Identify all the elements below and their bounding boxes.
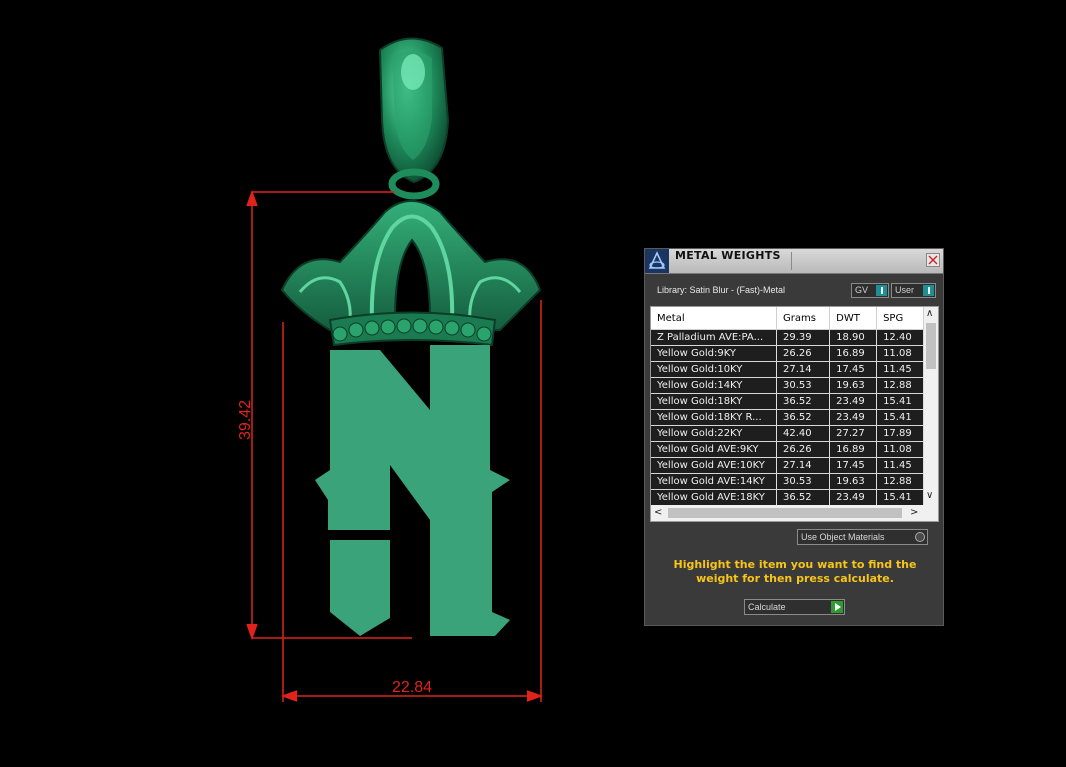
cell-grams: 42.40 (776, 425, 831, 442)
radio-off-icon (915, 532, 925, 542)
letter-n-model (315, 345, 510, 636)
height-dimension-label: 39.42 (237, 400, 254, 440)
cell-dwt: 18.90 (829, 329, 878, 346)
scroll-down-icon[interactable]: ∨ (926, 491, 933, 501)
table-row[interactable]: Z Palladium AVE:PA... 29.39 18.90 12.40 (651, 329, 924, 346)
calculate-button[interactable]: Calculate (744, 599, 845, 615)
cell-metal: Yellow Gold:22KY (651, 425, 777, 442)
user-toggle[interactable]: User (891, 283, 936, 298)
horizontal-scroll-thumb[interactable] (668, 508, 902, 518)
cell-grams: 29.39 (776, 329, 831, 346)
close-icon (928, 255, 938, 265)
column-header-dwt[interactable]: DWT (829, 307, 878, 330)
table-header-row: Metal Grams DWT SPG (651, 307, 924, 330)
cell-dwt: 23.49 (829, 409, 878, 426)
cell-metal: Yellow Gold AVE:10KY (651, 457, 777, 474)
table-row[interactable]: Yellow Gold AVE:14KY 30.53 19.63 12.88 (651, 473, 924, 490)
table-row[interactable]: Yellow Gold:9KY 26.26 16.89 11.08 (651, 345, 924, 362)
cell-metal: Yellow Gold:10KY (651, 361, 777, 378)
bail-model (378, 37, 450, 200)
cell-grams: 27.14 (776, 361, 831, 378)
cell-grams: 36.52 (776, 489, 831, 505)
cell-grams: 36.52 (776, 393, 831, 410)
cell-grams: 26.26 (776, 345, 831, 362)
cell-spg: 11.08 (876, 345, 924, 362)
cell-spg: 12.40 (876, 329, 924, 346)
cell-dwt: 17.45 (829, 457, 878, 474)
metal-table: Metal Grams DWT SPG Z Palladium AVE:PA..… (650, 306, 939, 522)
cell-grams: 30.53 (776, 473, 831, 490)
cell-metal: Yellow Gold:18KY (651, 393, 777, 410)
cell-spg: 12.88 (876, 473, 924, 490)
instruction-text: Highlight the item you want to find the … (673, 558, 917, 585)
cell-metal: Yellow Gold:9KY (651, 345, 777, 362)
scroll-left-icon[interactable]: < (654, 507, 662, 519)
vertical-scroll-thumb[interactable] (926, 323, 936, 369)
horizontal-scrollbar[interactable]: < > (651, 505, 938, 521)
toggle-on-icon (876, 285, 887, 296)
cell-spg: 15.41 (876, 489, 924, 505)
close-button[interactable] (926, 253, 940, 267)
column-header-grams[interactable]: Grams (776, 307, 831, 330)
cell-metal: Yellow Gold AVE:14KY (651, 473, 777, 490)
cell-metal: Yellow Gold AVE:9KY (651, 441, 777, 458)
table-row[interactable]: Yellow Gold:22KY 42.40 27.27 17.89 (651, 425, 924, 442)
scroll-right-icon[interactable]: > (910, 507, 918, 519)
cell-grams: 27.14 (776, 457, 831, 474)
cell-spg: 12.88 (876, 377, 924, 394)
table-row[interactable]: Yellow Gold AVE:10KY 27.14 17.45 11.45 (651, 457, 924, 474)
app-logo-icon (645, 249, 669, 273)
metal-table-body: Metal Grams DWT SPG Z Palladium AVE:PA..… (651, 307, 924, 505)
cell-metal: Z Palladium AVE:PA... (651, 329, 777, 346)
table-row[interactable]: Yellow Gold:14KY 30.53 19.63 12.88 (651, 377, 924, 394)
library-label: Library: Satin Blur - (Fast)-Metal (657, 285, 786, 295)
play-icon (831, 601, 843, 613)
cell-dwt: 16.89 (829, 441, 878, 458)
cell-spg: 11.08 (876, 441, 924, 458)
metal-weights-panel: METAL WEIGHTS Library: Satin Blur - (Fas… (644, 248, 944, 626)
cell-dwt: 27.27 (829, 425, 878, 442)
table-row[interactable]: Yellow Gold:18KY 36.52 23.49 15.41 (651, 393, 924, 410)
cell-metal: Yellow Gold:18KY R... (651, 409, 777, 426)
cell-spg: 15.41 (876, 409, 924, 426)
cell-dwt: 16.89 (829, 345, 878, 362)
cell-grams: 26.26 (776, 441, 831, 458)
cell-dwt: 19.63 (829, 473, 878, 490)
cell-spg: 11.45 (876, 457, 924, 474)
width-dimension-label: 22.84 (392, 679, 432, 696)
cell-metal: Yellow Gold AVE:18KY (651, 489, 777, 505)
width-dimension (280, 300, 544, 702)
table-row[interactable]: Yellow Gold AVE:18KY 36.52 23.49 15.41 (651, 489, 924, 505)
cell-spg: 11.45 (876, 361, 924, 378)
cell-grams: 36.52 (776, 409, 831, 426)
cell-dwt: 17.45 (829, 361, 878, 378)
cell-grams: 30.53 (776, 377, 831, 394)
user-toggle-label: User (895, 285, 915, 295)
panel-title: METAL WEIGHTS (675, 249, 781, 262)
use-object-materials-toggle[interactable]: Use Object Materials (797, 529, 928, 545)
cell-dwt: 23.49 (829, 489, 878, 505)
cell-dwt: 19.63 (829, 377, 878, 394)
vertical-scrollbar[interactable]: ∧ ∨ (924, 307, 938, 505)
cell-spg: 17.89 (876, 425, 924, 442)
table-row[interactable]: Yellow Gold:18KY R... 36.52 23.49 15.41 (651, 409, 924, 426)
scroll-up-icon[interactable]: ∧ (926, 309, 933, 319)
cell-metal: Yellow Gold:14KY (651, 377, 777, 394)
column-header-metal[interactable]: Metal (651, 307, 777, 330)
gv-toggle[interactable]: GV (851, 283, 889, 298)
cell-spg: 15.41 (876, 393, 924, 410)
toggle-on-icon (923, 285, 934, 296)
column-header-spg[interactable]: SPG (876, 307, 924, 330)
use-object-materials-label: Use Object Materials (801, 532, 885, 542)
calculate-label: Calculate (748, 602, 786, 612)
gv-toggle-label: GV (855, 285, 869, 295)
table-rows: Z Palladium AVE:PA... 29.39 18.90 12.40 Yell… (651, 329, 924, 505)
titlebar-divider (791, 252, 792, 270)
cell-dwt: 23.49 (829, 393, 878, 410)
panel-titlebar[interactable]: METAL WEIGHTS (645, 249, 943, 274)
table-row[interactable]: Yellow Gold:10KY 27.14 17.45 11.45 (651, 361, 924, 378)
table-row[interactable]: Yellow Gold AVE:9KY 26.26 16.89 11.08 (651, 441, 924, 458)
